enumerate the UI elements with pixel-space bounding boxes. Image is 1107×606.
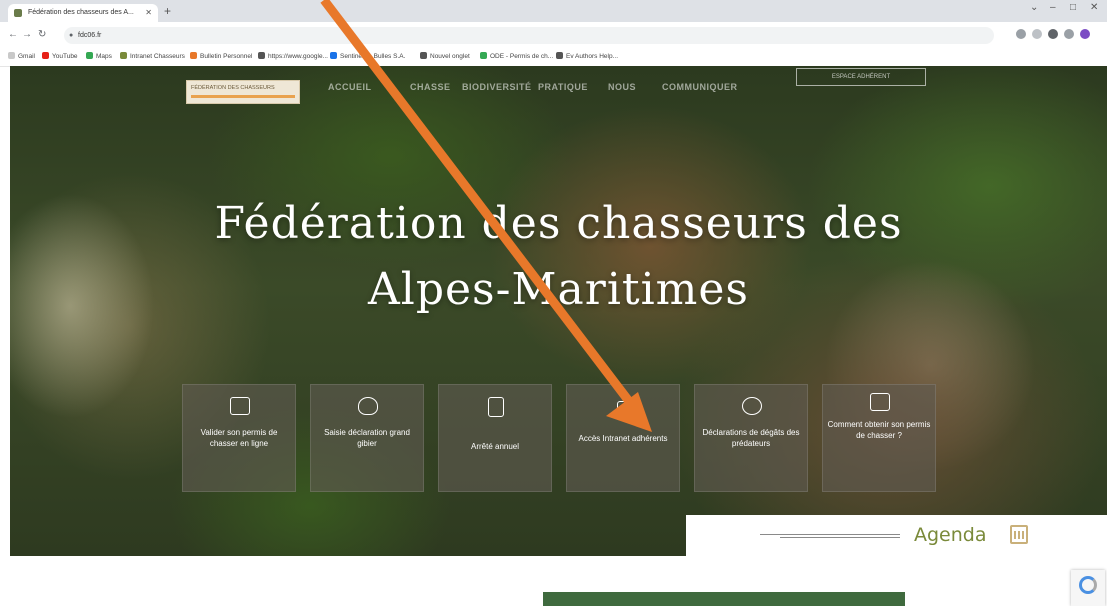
annotation-arrow [320, 0, 652, 432]
arrow-shaft [320, 0, 632, 403]
